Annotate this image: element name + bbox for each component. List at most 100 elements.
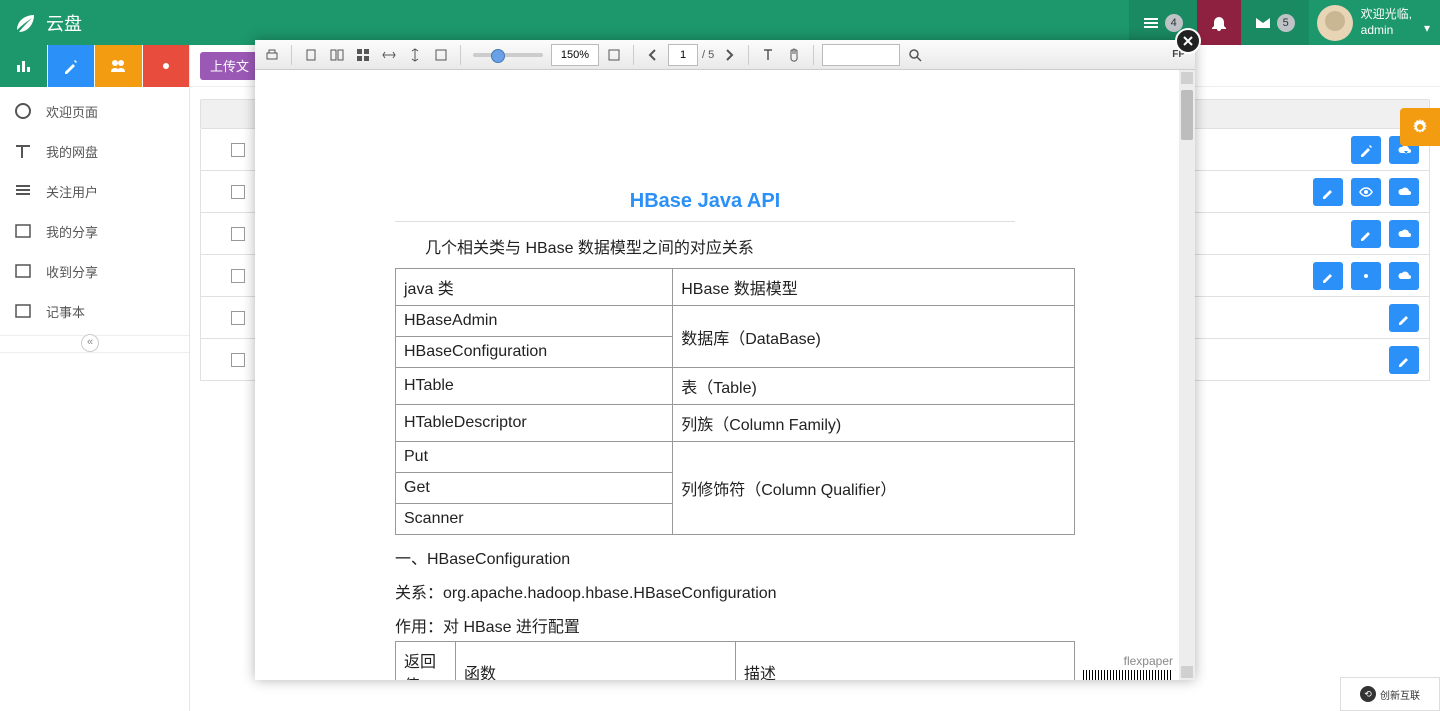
sidebar: 欢迎页面 我的网盘 关注用户 我的分享 收到分享 记事本 [0,45,190,711]
sidebar-item-received[interactable]: 收到分享 [0,251,189,291]
pencil-icon [1397,311,1411,325]
topbar-notifications-button[interactable] [1197,0,1241,45]
sidebar-item-mydisk[interactable]: 我的网盘 [0,131,189,171]
pdf-viewer-modal: / 5 FP HBase Java API 几个相关类与 HBase 数据模型之… [255,40,1195,680]
scroll-thumb[interactable] [1181,90,1193,140]
fit-height-button[interactable] [404,44,426,66]
sidebar-label: 记事本 [46,302,85,321]
doc-table-2: 返回值函数描述 [395,641,1075,680]
cogs-icon [158,58,174,74]
row-edit-button[interactable] [1389,304,1419,332]
chevron-left-icon [646,48,660,62]
partner-logo[interactable]: ⟲ 创新互联 [1340,677,1440,711]
row-download-button[interactable] [1389,220,1419,248]
print-button[interactable] [261,44,283,66]
scroll-down-icon[interactable] [1181,666,1193,678]
pencil-icon [1359,227,1373,241]
scroll-up-icon[interactable] [1181,72,1193,84]
pencil-icon [1397,353,1411,367]
text-select-icon [761,48,775,62]
partner-logo-icon: ⟲ [1360,686,1376,702]
doc-subtitle: 几个相关类与 HBase 数据模型之间的对应关系 [425,234,1125,258]
doc-paragraph: 一、HBaseConfiguration [395,545,1125,569]
row-download-button[interactable] [1389,262,1419,290]
row-checkbox[interactable] [231,185,245,199]
row-edit-button[interactable] [1351,136,1381,164]
sb-tool-users[interactable] [95,45,142,87]
page-icon [304,48,318,62]
sidebar-label: 关注用户 [46,182,98,201]
topbar-mail-button[interactable]: 5 [1241,0,1309,45]
single-page-button[interactable] [300,44,322,66]
row-checkbox[interactable] [231,143,245,157]
row-edit-button[interactable] [1313,262,1343,290]
sidebar-item-myshare[interactable]: 我的分享 [0,211,189,251]
calendar-icon [14,222,32,240]
sidebar-collapse[interactable] [0,335,189,353]
next-page-button[interactable] [718,44,740,66]
row-checkbox[interactable] [231,311,245,325]
select-tool-button[interactable] [757,44,779,66]
barcode-icon [1083,670,1173,680]
hand-icon [787,48,801,62]
username: admin [1361,23,1412,39]
fit-width-button[interactable] [378,44,400,66]
thumbs-button[interactable] [352,44,374,66]
list-icon [14,182,32,200]
bell-icon [1211,15,1227,31]
hand-tool-button[interactable] [783,44,805,66]
fullscreen-button[interactable] [603,44,625,66]
app-name: 云盘 [46,10,82,36]
users-icon [110,58,126,74]
fit-page-button[interactable] [430,44,452,66]
avatar[interactable] [1317,5,1353,41]
settings-fab[interactable] [1400,108,1440,146]
search-input[interactable] [822,44,900,66]
sb-tool-edit[interactable] [48,45,95,87]
row-edit-button[interactable] [1313,178,1343,206]
row-view-button[interactable] [1351,262,1381,290]
page-input[interactable] [668,44,698,66]
upload-button[interactable]: 上传文 [200,52,259,80]
prev-page-button[interactable] [642,44,664,66]
two-page-button[interactable] [326,44,348,66]
eye-icon [1359,269,1373,283]
sidebar-item-welcome[interactable]: 欢迎页面 [0,91,189,131]
fit-height-icon [408,48,422,62]
row-view-button[interactable] [1351,178,1381,206]
sidebar-label: 我的网盘 [46,142,98,161]
search-button[interactable] [904,44,926,66]
fit-page-icon [434,48,448,62]
row-download-button[interactable] [1389,178,1419,206]
search-icon [908,48,922,62]
close-button[interactable] [1175,28,1201,54]
cloud-download-icon [1397,185,1411,199]
partner-label: 创新互联 [1380,687,1420,702]
sb-tool-stats[interactable] [0,45,47,87]
zoom-input[interactable] [551,44,599,66]
topbar: 云盘 4 5 欢迎光临, admin [0,0,1440,45]
pdf-scrollbar[interactable] [1179,70,1195,680]
sidebar-item-follow[interactable]: 关注用户 [0,171,189,211]
pdf-body: HBase Java API 几个相关类与 HBase 数据模型之间的对应关系 … [255,70,1195,680]
gear-icon [1411,118,1429,136]
brand: 云盘 [0,10,96,36]
bars-icon [1143,15,1159,31]
text-icon [14,142,32,160]
two-page-icon [330,48,344,62]
user-menu[interactable]: 欢迎光临, admin [1353,7,1440,38]
pencil-icon [1321,269,1335,283]
row-checkbox[interactable] [231,227,245,241]
zoom-slider[interactable] [473,53,543,57]
pencil-icon [1321,185,1335,199]
sidebar-item-notes[interactable]: 记事本 [0,291,189,331]
row-checkbox[interactable] [231,353,245,367]
sidebar-label: 收到分享 [46,262,98,281]
row-edit-button[interactable] [1351,220,1381,248]
row-checkbox[interactable] [231,269,245,283]
row-edit-button[interactable] [1389,346,1419,374]
calendar-icon [14,262,32,280]
cloud-download-icon [1397,227,1411,241]
sb-tool-settings[interactable] [143,45,190,87]
menu-badge: 4 [1165,14,1183,32]
